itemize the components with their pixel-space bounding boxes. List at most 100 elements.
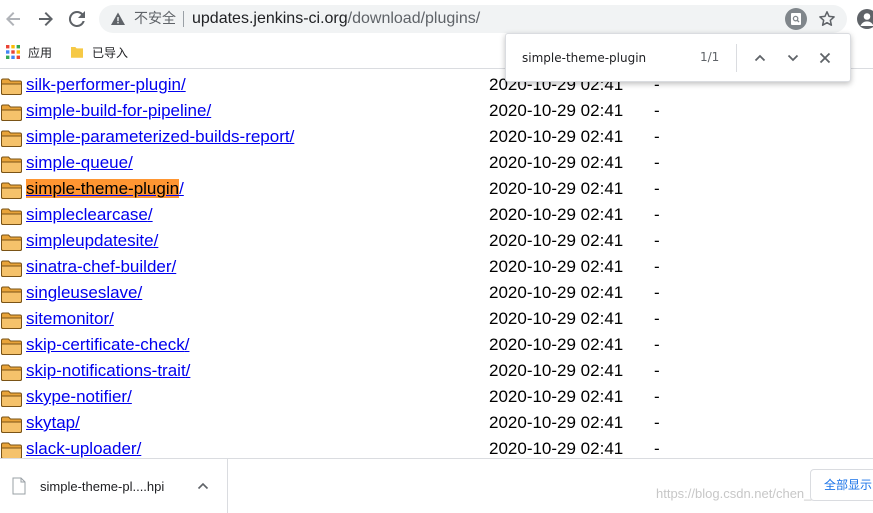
bookmark-apps[interactable]: 应用 bbox=[6, 43, 52, 61]
file-size: - bbox=[654, 439, 660, 458]
file-size: - bbox=[654, 335, 660, 354]
folder-icon bbox=[1, 442, 22, 458]
folder-link-slash: / bbox=[184, 335, 190, 354]
bookmark-folder-imported[interactable]: 已导入 bbox=[70, 43, 128, 61]
folder-link-slash: / bbox=[153, 231, 159, 250]
folder-link[interactable]: singleuseslave/ bbox=[26, 283, 142, 303]
folder-link[interactable]: simple-queue/ bbox=[26, 153, 133, 173]
listing-row: simple-queue/ 2020-10-29 02:41 - bbox=[0, 150, 873, 176]
modified-date: 2020-10-29 02:41 bbox=[489, 283, 624, 302]
show-all-downloads-button[interactable]: 全部显示 bbox=[810, 469, 873, 501]
listing-row: sinatra-chef-builder/ 2020-10-29 02:41 - bbox=[0, 254, 873, 280]
listing-row: skip-notifications-trait/ 2020-10-29 02:… bbox=[0, 358, 873, 384]
folder-link-slash: / bbox=[179, 179, 184, 198]
profile-avatar[interactable] bbox=[857, 9, 873, 29]
find-next-button[interactable] bbox=[782, 47, 804, 69]
find-divider bbox=[736, 44, 737, 72]
chevron-up-icon bbox=[754, 54, 766, 62]
folder-link[interactable]: skype-notifier/ bbox=[26, 387, 132, 407]
folder-link[interactable]: simple-build-for-pipeline/ bbox=[26, 101, 211, 121]
not-secure-label[interactable]: 不安全 bbox=[134, 11, 176, 27]
warning-icon[interactable] bbox=[110, 11, 126, 27]
folder-link[interactable]: simple-theme-plugin/ bbox=[26, 179, 184, 199]
directory-listing: silk-performer-plugin/ 2020-10-29 02:41 … bbox=[0, 69, 873, 458]
folder-link-name: skip-certificate-check bbox=[26, 335, 185, 354]
folder-icon bbox=[71, 47, 83, 58]
url-text[interactable]: updates.jenkins-ci.org/download/plugins/ bbox=[192, 10, 480, 28]
forward-button[interactable] bbox=[33, 7, 57, 31]
folder-link[interactable]: sitemonitor/ bbox=[26, 309, 114, 329]
folder-link[interactable]: skytap/ bbox=[26, 413, 80, 433]
address-separator bbox=[183, 11, 184, 27]
listing-row: simpleupdatesite/ 2020-10-29 02:41 - bbox=[0, 228, 873, 254]
listing-row: singleuseslave/ 2020-10-29 02:41 - bbox=[0, 280, 873, 306]
url-host: updates.jenkins-ci.org bbox=[192, 10, 348, 27]
bookmark-star-icon[interactable] bbox=[818, 10, 836, 28]
folder-link[interactable]: simpleupdatesite/ bbox=[26, 231, 158, 251]
folder-link-slash: / bbox=[137, 283, 143, 302]
folder-link[interactable]: silk-performer-plugin/ bbox=[26, 75, 186, 95]
reload-button[interactable] bbox=[65, 7, 89, 31]
folder-link-slash: / bbox=[136, 439, 142, 458]
chevron-up-icon[interactable] bbox=[196, 479, 210, 493]
file-size: - bbox=[654, 179, 660, 198]
account-icon bbox=[860, 13, 873, 26]
listing-row: skip-certificate-check/ 2020-10-29 02:41… bbox=[0, 332, 873, 358]
folder-link[interactable]: slack-uploader/ bbox=[26, 439, 141, 458]
modified-date: 2020-10-29 02:41 bbox=[489, 309, 624, 328]
folder-icon bbox=[1, 416, 22, 433]
file-size: - bbox=[654, 127, 660, 146]
modified-date: 2020-10-29 02:41 bbox=[489, 101, 624, 120]
find-in-page-button[interactable] bbox=[785, 8, 807, 30]
folder-link[interactable]: sinatra-chef-builder/ bbox=[26, 257, 176, 277]
file-size: - bbox=[654, 205, 660, 224]
folder-link-slash: / bbox=[147, 205, 153, 224]
file-size: - bbox=[654, 309, 660, 328]
folder-link-name: singleuseslave bbox=[26, 283, 138, 302]
folder-link-slash: / bbox=[127, 387, 132, 406]
folder-link-name: simpleclearcase bbox=[26, 205, 148, 224]
find-bar: 1/1 bbox=[505, 33, 851, 82]
listing-row: sitemonitor/ 2020-10-29 02:41 - bbox=[0, 306, 873, 332]
back-button[interactable] bbox=[2, 7, 26, 31]
folder-link-name: skip-notifications-trait bbox=[26, 361, 186, 380]
find-previous-button[interactable] bbox=[749, 47, 771, 69]
folder-link-slash: / bbox=[180, 75, 186, 94]
find-page-icon bbox=[791, 13, 801, 25]
folder-link-name: simple-parameterized-builds-report bbox=[26, 127, 290, 146]
find-input[interactable] bbox=[522, 49, 692, 67]
close-icon bbox=[819, 52, 831, 64]
folder-link[interactable]: simpleclearcase/ bbox=[26, 205, 153, 225]
folder-link-name: simple-queue bbox=[26, 153, 129, 172]
folder-link-name: simpleupdatesite bbox=[26, 231, 154, 250]
file-size: - bbox=[654, 361, 660, 380]
folder-link[interactable]: simple-parameterized-builds-report/ bbox=[26, 127, 294, 147]
file-size: - bbox=[654, 283, 660, 302]
file-size: - bbox=[654, 387, 660, 406]
folder-icon bbox=[1, 390, 22, 407]
download-item[interactable]: simple-theme-pl....hpi bbox=[0, 459, 228, 513]
folder-link-slash: / bbox=[289, 127, 295, 146]
folder-icon bbox=[1, 286, 22, 303]
folder-link-name: skype-notifier bbox=[26, 387, 128, 406]
reload-icon bbox=[68, 10, 85, 27]
address-bar[interactable]: 不安全 updates.jenkins-ci.org/download/plug… bbox=[99, 5, 847, 33]
file-icon bbox=[12, 477, 26, 495]
folder-link[interactable]: skip-notifications-trait/ bbox=[26, 361, 190, 381]
find-close-button[interactable] bbox=[814, 47, 836, 69]
folder-link-slash: / bbox=[109, 309, 114, 328]
listing-row: skytap/ 2020-10-29 02:41 - bbox=[0, 410, 873, 436]
modified-date: 2020-10-29 02:41 bbox=[489, 361, 624, 380]
folder-link-name: sitemonitor bbox=[26, 309, 110, 328]
folder-link-slash: / bbox=[128, 153, 133, 172]
folder-link-slash: / bbox=[171, 257, 177, 276]
folder-icon bbox=[1, 182, 22, 199]
folder-icon bbox=[1, 312, 22, 329]
folder-link-name: slack-uploader bbox=[26, 439, 137, 458]
folder-link[interactable]: skip-certificate-check/ bbox=[26, 335, 189, 355]
listing-row: simple-build-for-pipeline/ 2020-10-29 02… bbox=[0, 98, 873, 124]
folder-link-name: skytap bbox=[26, 413, 76, 432]
modified-date: 2020-10-29 02:41 bbox=[489, 179, 624, 198]
folder-icon bbox=[1, 234, 22, 251]
modified-date: 2020-10-29 02:41 bbox=[489, 387, 624, 406]
